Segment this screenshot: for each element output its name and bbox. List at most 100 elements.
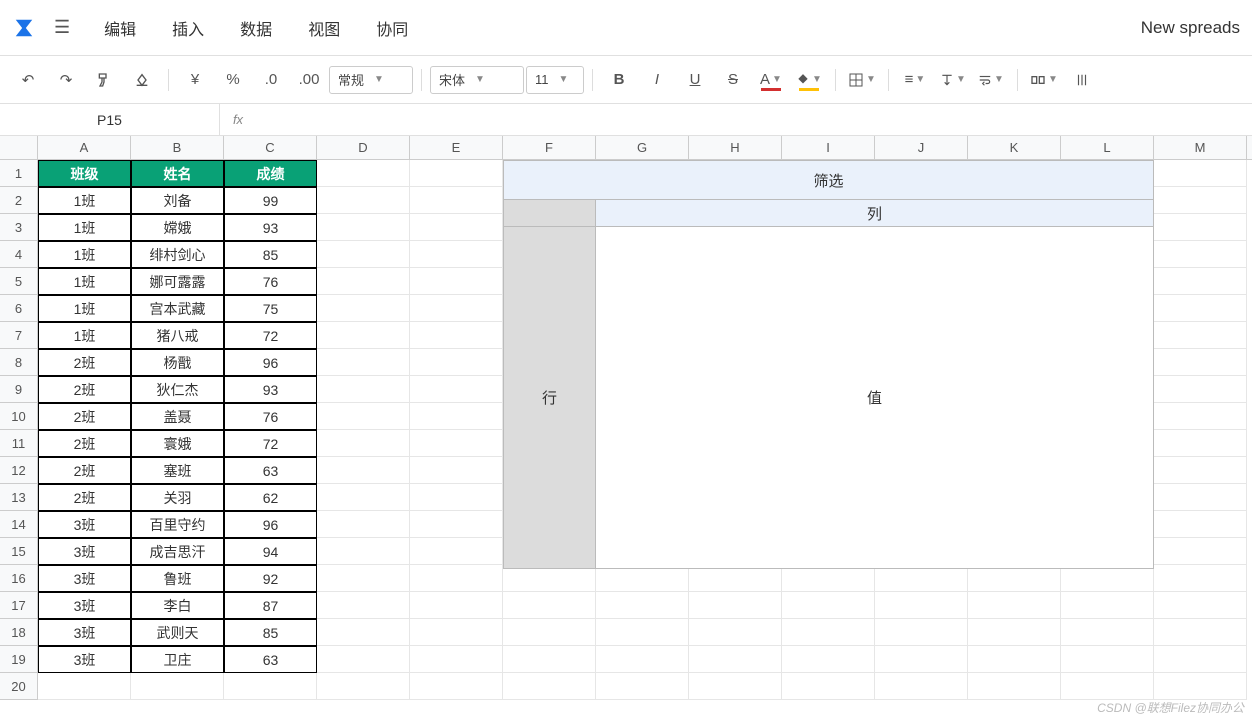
cell[interactable] [875,673,968,700]
row-header[interactable]: 11 [0,430,38,457]
table-data-cell[interactable]: 85 [224,619,317,646]
cell[interactable] [410,511,503,538]
table-data-cell[interactable]: 2班 [38,457,131,484]
table-data-cell[interactable]: 李白 [131,592,224,619]
table-data-cell[interactable]: 猪八戒 [131,322,224,349]
column-header[interactable]: K [968,136,1061,159]
cell[interactable] [1154,295,1247,322]
row-header[interactable]: 13 [0,484,38,511]
cell[interactable] [317,187,410,214]
cell[interactable] [1154,457,1247,484]
row-header[interactable]: 15 [0,538,38,565]
table-data-cell[interactable]: 87 [224,592,317,619]
cell[interactable] [410,322,503,349]
cell[interactable] [782,673,875,700]
row-header[interactable]: 9 [0,376,38,403]
cell[interactable] [968,592,1061,619]
percent-button[interactable]: % [215,64,251,96]
cell[interactable] [596,565,689,592]
cell[interactable] [1154,619,1247,646]
cell[interactable] [410,376,503,403]
table-data-cell[interactable]: 93 [224,214,317,241]
table-data-cell[interactable]: 1班 [38,295,131,322]
table-data-cell[interactable]: 娜可露露 [131,268,224,295]
table-data-cell[interactable]: 92 [224,565,317,592]
row-header[interactable]: 3 [0,214,38,241]
row-header[interactable]: 10 [0,403,38,430]
column-header[interactable]: B [131,136,224,159]
table-data-cell[interactable]: 96 [224,349,317,376]
table-data-cell[interactable]: 3班 [38,565,131,592]
cell[interactable] [1061,565,1154,592]
cell[interactable] [410,403,503,430]
cell[interactable] [503,646,596,673]
table-data-cell[interactable]: 1班 [38,322,131,349]
borders-button[interactable]: ▼ [844,64,880,96]
menu-insert[interactable]: 插入 [172,16,204,40]
cell[interactable] [317,376,410,403]
cell[interactable] [410,484,503,511]
table-data-cell[interactable]: 狄仁杰 [131,376,224,403]
row-header[interactable]: 6 [0,295,38,322]
pivot-columns-area[interactable]: 列 [596,200,1154,227]
cell[interactable] [875,646,968,673]
table-data-cell[interactable]: 嫦娥 [131,214,224,241]
table-data-cell[interactable]: 盖聂 [131,403,224,430]
format-painter-button[interactable] [86,64,122,96]
cell[interactable] [410,565,503,592]
cell[interactable] [1154,241,1247,268]
table-data-cell[interactable]: 3班 [38,646,131,673]
table-data-cell[interactable]: 76 [224,268,317,295]
fill-color-button[interactable]: ▼ [791,64,827,96]
cell[interactable] [410,187,503,214]
cell[interactable] [317,673,410,700]
cell[interactable] [1154,430,1247,457]
cell[interactable] [410,241,503,268]
strikethrough-button[interactable]: S [715,64,751,96]
row-header[interactable]: 2 [0,187,38,214]
cell[interactable] [968,565,1061,592]
align-v-button[interactable]: ▼ [935,64,971,96]
cell[interactable] [1154,538,1247,565]
cell[interactable] [410,295,503,322]
table-data-cell[interactable]: 寰娥 [131,430,224,457]
cell[interactable] [1154,565,1247,592]
cell[interactable] [782,619,875,646]
italic-button[interactable]: I [639,64,675,96]
table-header-cell[interactable]: 成绩 [224,160,317,187]
column-header[interactable]: M [1154,136,1247,159]
table-data-cell[interactable]: 1班 [38,214,131,241]
row-header[interactable]: 4 [0,241,38,268]
menu-icon[interactable]: ☰ [44,11,80,44]
redo-button[interactable]: ↷ [48,64,84,96]
cell[interactable] [410,457,503,484]
table-data-cell[interactable]: 塞班 [131,457,224,484]
table-data-cell[interactable]: 鲁班 [131,565,224,592]
cell[interactable] [317,565,410,592]
cell[interactable] [410,538,503,565]
cell[interactable] [596,646,689,673]
table-data-cell[interactable]: 2班 [38,484,131,511]
cell[interactable] [410,349,503,376]
pivot-rows-area[interactable]: 行 [503,227,596,569]
cell[interactable] [968,673,1061,700]
menu-edit[interactable]: 编辑 [104,16,136,40]
cell[interactable] [317,295,410,322]
cell[interactable] [317,214,410,241]
wrap-text-button[interactable]: ▼ [973,64,1009,96]
table-data-cell[interactable]: 99 [224,187,317,214]
row-header[interactable]: 18 [0,619,38,646]
cell[interactable] [317,268,410,295]
table-data-cell[interactable]: 2班 [38,403,131,430]
bold-button[interactable]: B [601,64,637,96]
column-header[interactable]: D [317,136,410,159]
cell[interactable] [503,619,596,646]
column-header[interactable]: G [596,136,689,159]
table-data-cell[interactable]: 刘备 [131,187,224,214]
row-header[interactable]: 7 [0,322,38,349]
cell[interactable] [782,646,875,673]
column-header[interactable]: H [689,136,782,159]
column-header[interactable]: C [224,136,317,159]
cell[interactable] [410,592,503,619]
cell[interactable] [410,268,503,295]
